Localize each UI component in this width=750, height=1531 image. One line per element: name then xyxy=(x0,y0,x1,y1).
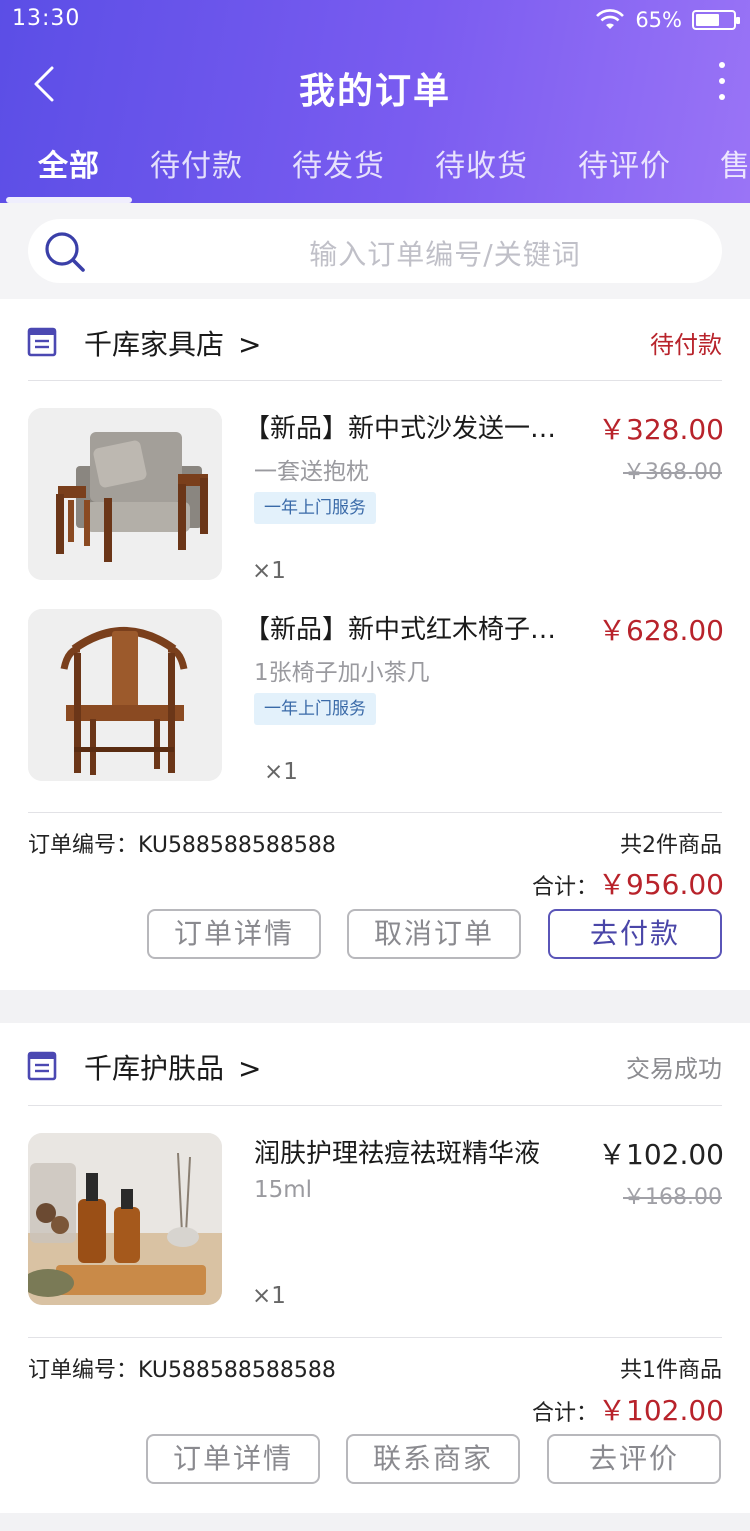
divider xyxy=(28,380,722,381)
product-quantity: ×1 xyxy=(264,759,298,785)
divider xyxy=(28,812,722,813)
status-bar: 13:30 65% xyxy=(0,0,750,40)
order-item[interactable]: 【新品】新中式沙发送一套送抱枕 一套送抱枕 一年上门服务 ×1 ￥328.00 … xyxy=(0,408,750,598)
search-input[interactable]: 输入订单编号/关键词 xyxy=(28,219,722,283)
search-area: 输入订单编号/关键词 xyxy=(0,203,750,299)
item-count: 共1件商品 xyxy=(620,1358,722,1383)
contact-seller-button[interactable]: 联系商家 xyxy=(346,1434,520,1484)
item-count: 共2件商品 xyxy=(620,833,722,858)
service-tag: 一年上门服务 xyxy=(254,693,376,725)
chevron-right-icon: > xyxy=(238,1052,262,1085)
product-image-sofa-chair xyxy=(28,408,222,580)
store-icon xyxy=(27,327,57,357)
order-tabs: 全部 待付款 待发货 待收货 待评价 售 xyxy=(0,135,750,203)
product-price: ￥328.00 xyxy=(598,413,724,446)
total-amount: ￥102.00 xyxy=(598,1394,724,1427)
order-total: 合计：￥956.00 xyxy=(532,863,724,903)
status-indicators: 65% xyxy=(595,6,740,34)
total-label: 合计： xyxy=(532,1401,599,1426)
product-name: 【新品】新中式红木椅子加小茶几 xyxy=(244,615,574,645)
header: 13:30 65% 我的订单 全部 待付款 待发货 待收货 待评价 售 xyxy=(0,0,750,203)
product-image-serum-bottles xyxy=(28,1133,222,1305)
shop-name: 千库家具店 xyxy=(84,328,225,361)
service-tag: 一年上门服务 xyxy=(254,492,376,524)
product-spec: 一套送抱枕 xyxy=(254,459,369,485)
chevron-right-icon: > xyxy=(238,328,262,361)
tab-pending-shipment[interactable]: 待发货 xyxy=(292,141,385,185)
product-spec: 1张椅子加小茶几 xyxy=(254,660,430,686)
shop-name: 千库护肤品 xyxy=(84,1052,225,1085)
battery-level xyxy=(696,14,720,26)
tab-pending-payment[interactable]: 待付款 xyxy=(150,141,243,185)
shop-header[interactable]: 千库家具店 > 待付款 xyxy=(0,299,750,381)
original-price: ￥368.00 xyxy=(623,460,722,485)
order-total: 合计：￥102.00 xyxy=(532,1389,724,1429)
review-button[interactable]: 去评价 xyxy=(547,1434,721,1484)
total-amount: ￥956.00 xyxy=(598,868,724,901)
tab-pending-receipt[interactable]: 待收货 xyxy=(435,141,528,185)
divider xyxy=(28,1105,722,1106)
page-title: 我的订单 xyxy=(298,71,451,112)
shop-header[interactable]: 千库护肤品 > 交易成功 xyxy=(0,1023,750,1105)
order-status: 交易成功 xyxy=(626,1055,722,1083)
order-item[interactable]: 润肤护理祛痘祛斑精华液 15ml ×1 ￥102.00 ￥168.00 xyxy=(0,1133,750,1323)
order-card: 千库家具店> 待付款 【新品】新中式沙发送一套送抱枕 一套 xyxy=(0,299,750,990)
product-price: ￥628.00 xyxy=(598,614,724,647)
order-details-button[interactable]: 订单详情 xyxy=(147,909,321,959)
order-card: 千库护肤品 > 交易成功 润肤护理祛痘祛斑精华液 15ml ×1 ￥102.00… xyxy=(0,1023,750,1513)
pay-button[interactable]: 去付款 xyxy=(548,909,722,959)
tab-all[interactable]: 全部 xyxy=(38,141,100,185)
divider xyxy=(28,1337,722,1338)
original-price: ￥168.00 xyxy=(623,1185,722,1210)
store-icon xyxy=(27,1051,57,1081)
tab-after-sales[interactable]: 售 xyxy=(720,141,750,185)
product-name: 【新品】新中式沙发送一套送抱枕 xyxy=(244,414,574,444)
status-time: 13:30 xyxy=(12,6,81,31)
product-spec: 15ml xyxy=(254,1177,313,1203)
battery-icon xyxy=(692,10,740,30)
order-number: 订单编号：KU588588588588 xyxy=(28,833,336,858)
more-options-icon[interactable] xyxy=(716,62,728,106)
product-quantity: ×1 xyxy=(252,558,286,584)
battery-percent: 65% xyxy=(635,8,682,32)
wifi-icon xyxy=(596,9,625,29)
product-price: ￥102.00 xyxy=(598,1138,724,1171)
order-number: 订单编号：KU588588588588 xyxy=(28,1358,336,1383)
navigation-bar: 我的订单 xyxy=(0,50,750,120)
product-image-rosewood-chair xyxy=(28,609,222,781)
product-quantity: ×1 xyxy=(252,1283,286,1309)
total-label: 合计： xyxy=(532,875,599,900)
order-status: 待付款 xyxy=(650,331,722,359)
order-item[interactable]: 【新品】新中式红木椅子加小茶几 1张椅子加小茶几 一年上门服务 ×1 ￥628.… xyxy=(0,609,750,799)
order-details-button[interactable]: 订单详情 xyxy=(146,1434,320,1484)
search-placeholder: 输入订单编号/关键词 xyxy=(309,238,581,271)
tab-pending-review[interactable]: 待评价 xyxy=(578,141,671,185)
cancel-order-button[interactable]: 取消订单 xyxy=(347,909,521,959)
product-name: 润肤护理祛痘祛斑精华液 xyxy=(254,1139,541,1169)
